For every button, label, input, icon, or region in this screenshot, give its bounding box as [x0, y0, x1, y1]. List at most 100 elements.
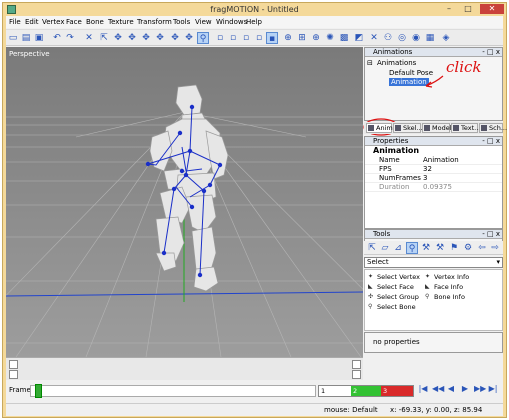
menu-texture[interactable]: Texture	[108, 18, 134, 26]
tool-icon[interactable]: ▱	[379, 242, 391, 254]
fast-forward-icon[interactable]: ▶▶	[474, 384, 486, 396]
light-icon[interactable]: ✺	[324, 32, 336, 44]
camera-icon[interactable]: ◎	[396, 32, 408, 44]
tool-select[interactable]: Select ▾	[364, 257, 503, 268]
face-mode-icon[interactable]: ▫	[240, 32, 252, 44]
tool-select-vertex[interactable]: ✦ Select Vertex	[368, 273, 420, 281]
3d-viewport[interactable]: Perspective	[6, 47, 363, 357]
tool-icon[interactable]: ⊿	[392, 242, 404, 254]
animation-node[interactable]: Animation	[389, 78, 429, 86]
view-toggle-icon[interactable]	[9, 370, 18, 379]
object-mode-icon[interactable]: ▪	[266, 32, 278, 44]
tab-texture[interactable]: Text...	[451, 123, 480, 133]
render-icon[interactable]: ◈	[440, 32, 452, 44]
edge-mode-icon[interactable]: ▫	[227, 32, 239, 44]
property-value[interactable]: 32	[420, 165, 502, 173]
panel-window-controls[interactable]: - □ x	[482, 48, 500, 57]
forward-arrow-icon[interactable]: ⇨	[489, 242, 501, 254]
open-folder-icon[interactable]: ▤	[20, 32, 32, 44]
grid-icon[interactable]: ⊞	[296, 32, 308, 44]
property-row[interactable]: NumFrames 3	[365, 174, 502, 183]
menu-tools[interactable]: Tools	[173, 18, 190, 26]
menu-edit[interactable]: Edit	[25, 18, 39, 26]
bone-mode-icon[interactable]: ⚲	[197, 32, 209, 44]
frame-slider-thumb[interactable]	[35, 384, 42, 398]
tool-icon[interactable]: ⚲	[406, 242, 418, 254]
play-icon[interactable]: ▶	[460, 384, 470, 396]
undo-icon[interactable]: ↶	[51, 32, 63, 44]
fit-icon[interactable]: ▦	[424, 32, 436, 44]
zoom-icon[interactable]: ◉	[410, 32, 422, 44]
tool-icon[interactable]: ⚒	[434, 242, 446, 254]
menu-windows[interactable]: Windows	[216, 18, 247, 26]
menu-bone[interactable]: Bone	[86, 18, 104, 26]
tool-icon[interactable]: ⚑	[448, 242, 460, 254]
wire-icon[interactable]: ⊕	[310, 32, 322, 44]
tool-select-group[interactable]: ✣ Select Group	[368, 293, 419, 301]
tab-anim[interactable]: Anim	[366, 123, 393, 133]
frame-1[interactable]: 1	[319, 386, 351, 396]
skeleton-icon[interactable]: ⚇	[382, 32, 394, 44]
tool-icon[interactable]: ⚙	[462, 242, 474, 254]
tool-select-bone[interactable]: ⚲ Select Bone	[368, 303, 416, 311]
panel-window-controls[interactable]: - □ x	[482, 137, 500, 146]
menu-face[interactable]: Face	[66, 18, 82, 26]
tab-schedule[interactable]: Sch...	[479, 123, 507, 133]
scale-icon[interactable]: ✥	[183, 32, 195, 44]
tool-icon[interactable]: ⇱	[366, 242, 378, 254]
tool-icon[interactable]: ⚒	[420, 242, 432, 254]
menu-file[interactable]: File	[9, 18, 21, 26]
frame-slider[interactable]	[30, 384, 316, 398]
minimize-button[interactable]: –	[440, 4, 458, 14]
tab-skeleton[interactable]: Skel...	[393, 123, 423, 133]
delete-icon[interactable]: ✕	[83, 32, 95, 44]
view-toggle-icon[interactable]	[352, 370, 361, 379]
scene-canvas[interactable]	[6, 47, 363, 357]
tool-select-face[interactable]: ◣ Select Face	[368, 283, 414, 291]
rotate-icon[interactable]: ✥	[169, 32, 181, 44]
tree-collapse-icon[interactable]: ⊟	[367, 59, 373, 67]
property-value[interactable]: Animation	[420, 156, 502, 164]
save-icon[interactable]: ▣	[33, 32, 45, 44]
property-row[interactable]: FPS 32	[365, 165, 502, 174]
frame-2[interactable]: 2	[351, 386, 381, 396]
tool-face-info[interactable]: ◣ Face Info	[425, 283, 463, 291]
tool-bone-info[interactable]: ⚲ Bone Info	[425, 293, 465, 301]
select-icon[interactable]: ⇱	[98, 32, 110, 44]
view-toggle-icon[interactable]	[9, 360, 18, 369]
vertex-mode-icon[interactable]: ▫	[214, 32, 226, 44]
step-back-icon[interactable]: ◀	[446, 384, 456, 396]
menu-transform[interactable]: Transform	[137, 18, 172, 26]
last-frame-icon[interactable]: ▶|	[488, 384, 498, 396]
new-file-icon[interactable]: ▭	[7, 32, 19, 44]
shade-icon[interactable]: ◩	[353, 32, 365, 44]
normals-icon[interactable]: ✕	[368, 32, 380, 44]
rewind-icon[interactable]: ◀◀	[432, 384, 444, 396]
property-value[interactable]: 3	[420, 174, 502, 182]
menu-help[interactable]: Help	[246, 18, 262, 26]
frame-3[interactable]: 3	[381, 386, 413, 396]
maximize-button[interactable]: □	[459, 4, 477, 14]
redo-icon[interactable]: ↷	[64, 32, 76, 44]
tool-vertex-info[interactable]: ✦ Vertex Info	[425, 273, 469, 281]
move-icon[interactable]: ✥	[112, 32, 124, 44]
back-arrow-icon[interactable]: ⇦	[476, 242, 488, 254]
default-pose-node[interactable]: Default Pose	[389, 69, 433, 77]
frame-strip[interactable]: 1 2 3	[318, 385, 414, 397]
move-y-icon[interactable]: ✥	[140, 32, 152, 44]
first-frame-icon[interactable]: |◀	[418, 384, 428, 396]
menu-vertex[interactable]: Vertex	[42, 18, 65, 26]
property-row[interactable]: Duration 0.09375	[365, 183, 502, 192]
group-mode-icon[interactable]: ▫	[253, 32, 265, 44]
move-z-icon[interactable]: ✥	[154, 32, 166, 44]
close-button[interactable]: ✕	[480, 4, 504, 14]
target-icon[interactable]: ⊕	[282, 32, 294, 44]
menu-view[interactable]: View	[195, 18, 212, 26]
texture-icon[interactable]: ▩	[338, 32, 350, 44]
property-row[interactable]: Name Animation	[365, 156, 502, 165]
tab-model[interactable]: Model	[422, 123, 452, 133]
animations-root-node[interactable]: Animations	[377, 59, 416, 67]
view-toggle-icon[interactable]	[352, 360, 361, 369]
panel-window-controls[interactable]: - □ x	[482, 230, 500, 239]
move-x-icon[interactable]: ✥	[126, 32, 138, 44]
